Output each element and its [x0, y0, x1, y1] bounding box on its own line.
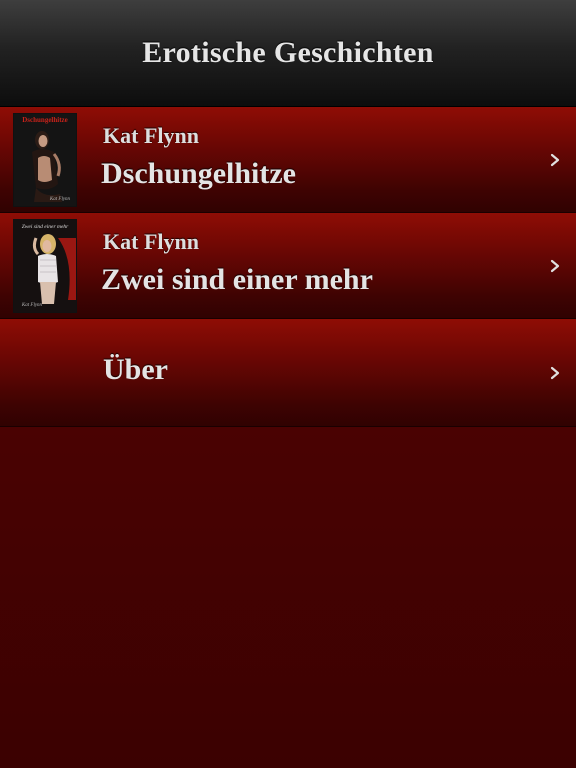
page-title: Erotische Geschichten [142, 36, 434, 69]
book-author: Kat Flynn [103, 123, 199, 148]
chevron-right-icon [550, 259, 560, 273]
list-item-book-zwei-sind-einer-mehr[interactable]: Zwei sind einer mehr Kat Flynn Kat Flynn… [0, 213, 576, 319]
about-label: Über [103, 353, 168, 386]
chevron-right-icon [550, 366, 560, 380]
list-item-book-dschungelhitze[interactable]: Dschungelhitze Kat Flynn Kat Flynn Dschu… [0, 107, 576, 213]
chevron-right-icon [550, 153, 560, 167]
book-title: Zwei sind einer mehr [101, 263, 373, 296]
list-item-about[interactable]: Über [0, 319, 576, 427]
cover-title-text: Dschungelhitze [22, 116, 68, 124]
book-title: Dschungelhitze [101, 157, 296, 190]
navigation-bar: Erotische Geschichten [0, 0, 576, 107]
book-list: Dschungelhitze Kat Flynn Kat Flynn Dschu… [0, 107, 576, 427]
cover-title-text: Zwei sind einer mehr [22, 224, 69, 230]
book-cover-image: Dschungelhitze Kat Flynn [13, 113, 77, 207]
cover-signature-text: Kat Flynn [21, 303, 43, 308]
book-author: Kat Flynn [103, 229, 199, 254]
book-cover-image: Zwei sind einer mehr Kat Flynn [13, 219, 77, 313]
cover-signature-text: Kat Flynn [49, 197, 71, 202]
